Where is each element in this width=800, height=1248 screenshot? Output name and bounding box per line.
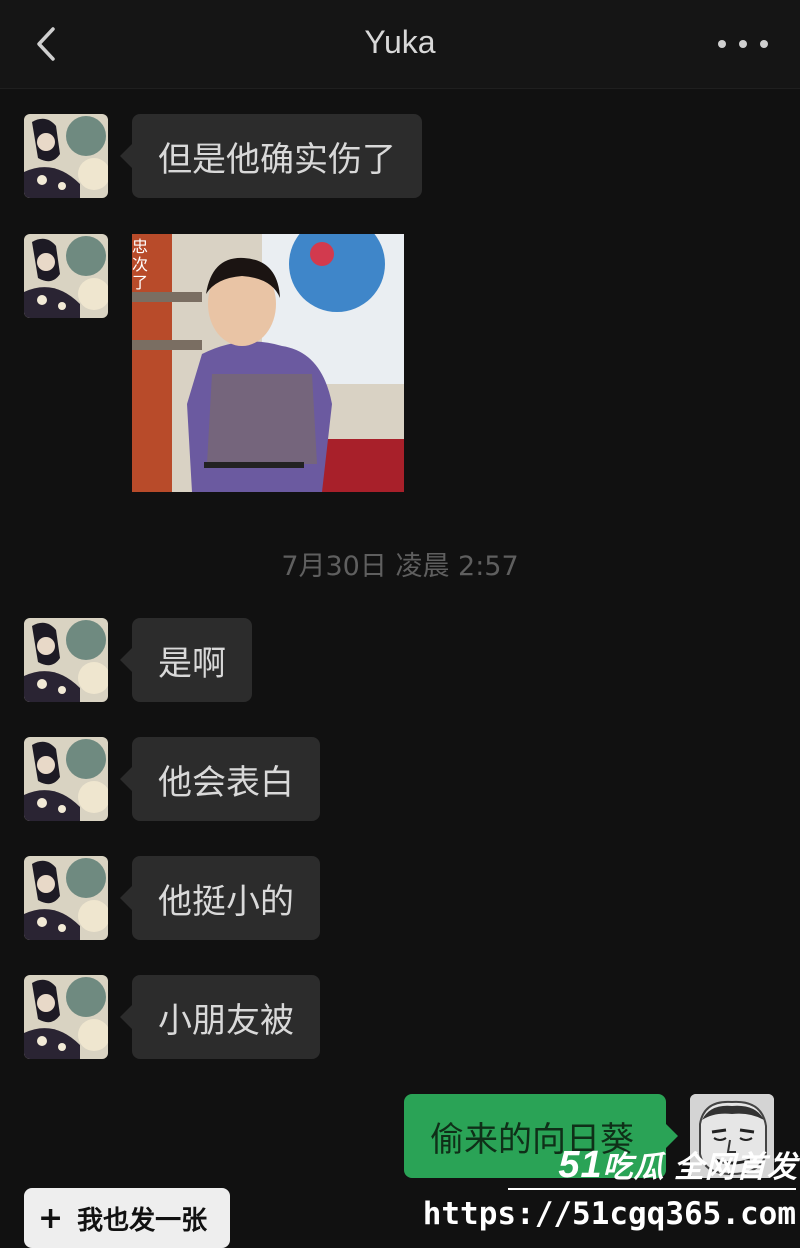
watermark-url: https://51cgq365.com: [422, 1196, 796, 1232]
avatar-image: [24, 737, 108, 821]
svg-text:次: 次: [132, 255, 148, 274]
contact-avatar[interactable]: [24, 856, 108, 940]
tv-still-image: 忠 次 了: [132, 234, 404, 492]
more-options-button[interactable]: [718, 30, 768, 58]
avatar-image: [24, 114, 108, 198]
ellipsis-dot: [739, 40, 747, 48]
avatar-image: [24, 975, 108, 1059]
message-bubble[interactable]: 但是他确实伤了: [120, 114, 422, 198]
message-bubble[interactable]: 小朋友被: [120, 975, 320, 1059]
message-timestamp: 7月30日 凌晨 2:57: [281, 551, 519, 582]
plus-icon: +: [38, 1200, 64, 1236]
message-bubble[interactable]: 他会表白: [120, 737, 320, 821]
contact-avatar[interactable]: [24, 114, 108, 198]
message-bubble[interactable]: 是啊: [120, 618, 252, 702]
watermark-divider: [508, 1188, 796, 1190]
share-button-label: 我也发一张: [77, 1205, 208, 1236]
contact-avatar[interactable]: [24, 234, 108, 318]
watermark-logo-text: 吃瓜 全网首发: [602, 1151, 798, 1184]
svg-text:忠: 忠: [132, 237, 148, 256]
contact-avatar[interactable]: [24, 975, 108, 1059]
image-message[interactable]: 忠 次 了: [132, 234, 404, 492]
watermark-logo-number: 51: [558, 1144, 603, 1186]
svg-text:了: 了: [132, 273, 148, 292]
ellipsis-icon: [718, 40, 726, 48]
message-bubble[interactable]: 他挺小的: [120, 856, 320, 940]
share-image-button[interactable]: + 我也发一张: [24, 1188, 230, 1248]
chat-header: Yuka: [0, 0, 800, 89]
contact-avatar[interactable]: [24, 618, 108, 702]
ellipsis-dot: [760, 40, 768, 48]
avatar-image: [24, 234, 108, 318]
chat-title: Yuka: [364, 24, 436, 60]
watermark: 51吃瓜 全网首发 https://51cgq365.com: [423, 1140, 800, 1237]
avatar-image: [24, 856, 108, 940]
watermark-logo: 51吃瓜 全网首发: [558, 1142, 798, 1187]
avatar-image: [24, 618, 108, 702]
contact-avatar[interactable]: [24, 737, 108, 821]
